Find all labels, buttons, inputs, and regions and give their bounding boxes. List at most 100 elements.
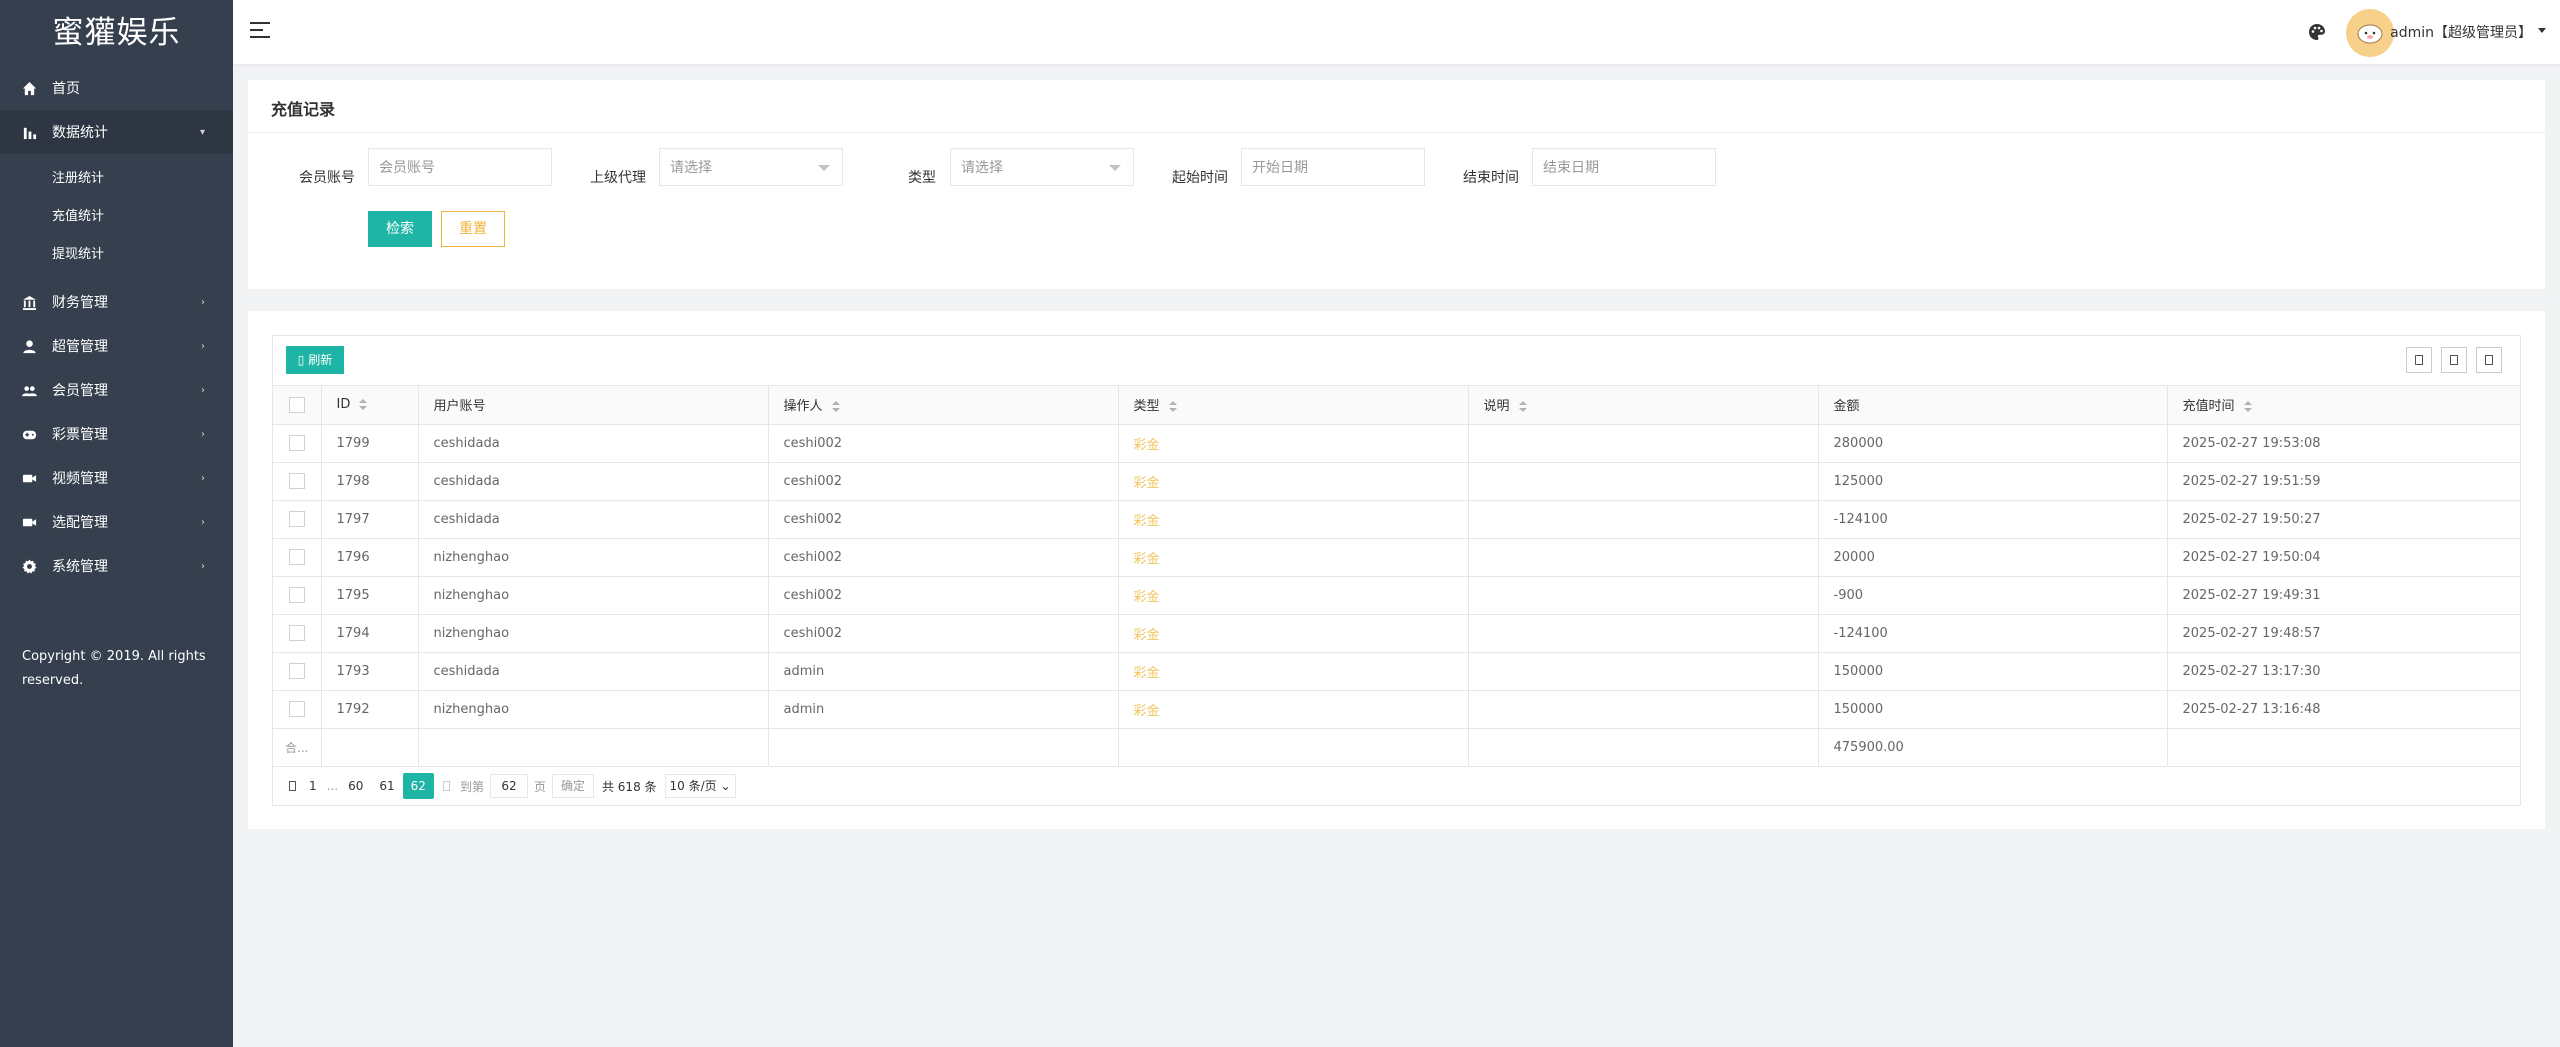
sort-icon[interactable] <box>1168 400 1178 413</box>
type-label: 类型 <box>908 170 936 186</box>
topbar: admin【超级管理员】 <box>233 0 2560 64</box>
sort-icon[interactable] <box>1518 400 1528 413</box>
row-checkbox[interactable] <box>288 663 305 679</box>
sidebar-item-members[interactable]: 会员管理 › <box>0 368 233 412</box>
cell-id: 1793 <box>321 652 419 691</box>
column-header-operator[interactable]: 操作人 <box>768 386 1119 425</box>
column-header-id[interactable]: ID <box>321 386 419 425</box>
table-row: 1794 nizhenghao ceshi002 彩金 -124100 2025-02-2… <box>273 614 2520 653</box>
sum-amount: 475900.00 <box>1818 728 2168 767</box>
export-icon[interactable] <box>2441 347 2467 373</box>
cell-type: 彩金 <box>1118 538 1469 577</box>
page-link[interactable]: 1 <box>301 773 325 799</box>
agent-select[interactable]: 请选择 <box>659 148 843 186</box>
cell-time: 2025-02-27 19:49:31 <box>2167 576 2520 615</box>
end-date-input[interactable]: 结束日期 <box>1532 148 1716 186</box>
table-row: 1799 ceshidada ceshi002 彩金 280000 2025-02-27 … <box>273 424 2520 463</box>
row-checkbox[interactable] <box>288 701 305 717</box>
row-checkbox[interactable] <box>288 587 305 603</box>
goto-page-input[interactable]: 62 <box>489 774 528 798</box>
row-checkbox[interactable] <box>288 473 305 489</box>
palette-icon[interactable] <box>2308 23 2326 41</box>
chevron-down-icon: ▾ <box>199 126 205 138</box>
column-header-user: 用户账号 <box>418 386 769 425</box>
cell-id: 1794 <box>321 614 419 653</box>
caret-down-icon[interactable] <box>2538 28 2546 33</box>
type-tag: 彩金 <box>1133 703 1160 719</box>
page-unit-label: 页 <box>533 779 546 794</box>
sidebar-subitem-recharge-stats[interactable]: 充值统计 <box>0 198 233 236</box>
table-header-row: ID 用户账号 操作人 类型 说明 金额 充值时间 <box>273 386 2520 425</box>
sidebar-item-lottery[interactable]: 彩票管理 › <box>0 412 233 456</box>
sum-cell-type <box>1118 728 1469 767</box>
page-link[interactable]: 61 <box>371 773 402 799</box>
cell-user: nizhenghao <box>418 614 769 653</box>
start-time-label: 起始时间 <box>1172 170 1228 186</box>
sidebar-item-label: 视频管理 <box>52 471 108 487</box>
page-link[interactable]: 60 <box>340 773 371 799</box>
row-checkbox[interactable] <box>288 625 305 641</box>
sidebar-item-finance[interactable]: 财务管理 › <box>0 280 233 324</box>
column-header-type[interactable]: 类型 <box>1118 386 1469 425</box>
chevron-right-icon: › <box>201 516 205 528</box>
type-select[interactable]: 请选择 <box>950 148 1134 186</box>
print-icon[interactable] <box>2476 347 2502 373</box>
column-header-time[interactable]: 充值时间 <box>2167 386 2520 425</box>
sidebar-item-video[interactable]: 视频管理 › <box>0 456 233 500</box>
cell-note <box>1468 614 1819 653</box>
cell-operator: ceshi002 <box>768 424 1119 463</box>
member-account-input[interactable]: 会员账号 <box>368 148 552 186</box>
chevron-right-icon: › <box>201 340 205 352</box>
app-logo: 蜜獾娱乐 <box>52 15 181 51</box>
agent-select-value: 请选择 <box>670 159 712 175</box>
select-all-checkbox[interactable] <box>288 396 305 413</box>
camera-icon <box>21 514 37 530</box>
row-select-cell <box>273 500 322 539</box>
menu-toggle-icon[interactable] <box>250 22 270 40</box>
admin-name[interactable]: admin【超级管理员】 <box>2390 22 2532 42</box>
sort-icon[interactable] <box>2243 400 2253 413</box>
caret-down-icon <box>1109 165 1121 171</box>
column-header-note[interactable]: 说明 <box>1468 386 1819 425</box>
search-button[interactable]: 检索 <box>368 211 432 247</box>
row-checkbox[interactable] <box>288 435 305 451</box>
sidebar-item-superadmin[interactable]: 超管管理 › <box>0 324 233 368</box>
sidebar-subitem-withdraw-stats[interactable]: 提现统计 <box>0 236 233 274</box>
filter-card: 充值记录 会员账号 会员账号 上级代理 请选择 类型 请选择 起始时间 开始日期… <box>248 80 2545 289</box>
sum-cell-time <box>2167 728 2520 767</box>
reset-button[interactable]: 重置 <box>441 211 505 247</box>
sidebar: 蜜獾娱乐 首页 数据统计 ▾ 注册统计 充值统计 提现统计 财务管理 › 超管管… <box>0 0 233 1047</box>
start-date-input[interactable]: 开始日期 <box>1241 148 1425 186</box>
next-page-icon[interactable] <box>438 773 456 799</box>
refresh-label: 刷新 <box>308 353 333 367</box>
cell-operator: ceshi002 <box>768 462 1119 501</box>
cell-note <box>1468 538 1819 577</box>
type-select-value: 请选择 <box>961 159 1003 175</box>
data-table-container: ▯ 刷新 ID 用户账号 操作人 类型 说明 金额 充值时间 1799 ceshi… <box>272 335 2521 806</box>
copyright-text: Copyright © 2019. All rights reserved. <box>22 649 206 688</box>
row-checkbox[interactable] <box>288 549 305 565</box>
sort-icon[interactable] <box>831 400 841 413</box>
page-size-select[interactable]: 10 条/页 ⌄ <box>664 774 736 798</box>
sort-icon[interactable] <box>358 398 368 411</box>
sidebar-item-home[interactable]: 首页 <box>0 66 233 110</box>
sum-cell-operator <box>768 728 1119 767</box>
type-tag: 彩金 <box>1133 665 1160 681</box>
sidebar-subitem-register-stats[interactable]: 注册统计 <box>0 160 233 198</box>
page-link-current[interactable]: 62 <box>402 773 434 799</box>
prev-page-icon[interactable] <box>283 773 301 799</box>
cell-note <box>1468 576 1819 615</box>
sidebar-item-config[interactable]: 选配管理 › <box>0 500 233 544</box>
cell-id: 1799 <box>321 424 419 463</box>
columns-filter-icon[interactable] <box>2406 347 2432 373</box>
avatar[interactable] <box>2346 9 2394 57</box>
cell-user: ceshidada <box>418 500 769 539</box>
goto-confirm-button[interactable]: 确定 <box>551 774 594 798</box>
sidebar-item-system[interactable]: 系统管理 › <box>0 544 233 588</box>
refresh-button[interactable]: ▯ 刷新 <box>286 346 344 374</box>
sidebar-item-stats[interactable]: 数据统计 ▾ <box>0 110 233 154</box>
cell-time: 2025-02-27 19:48:57 <box>2167 614 2520 653</box>
cell-time: 2025-02-27 19:51:59 <box>2167 462 2520 501</box>
row-checkbox[interactable] <box>288 511 305 527</box>
cell-operator: ceshi002 <box>768 614 1119 653</box>
